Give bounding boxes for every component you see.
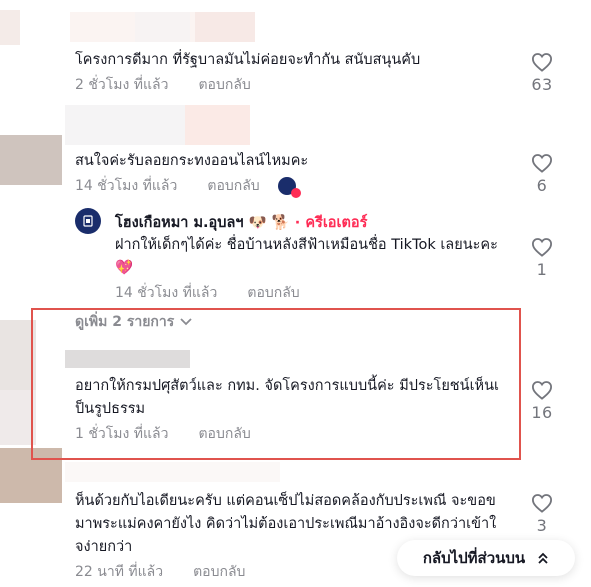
logo-icon <box>83 215 93 227</box>
like-button[interactable]: 3 <box>524 493 560 535</box>
blurred-avatar <box>0 10 20 45</box>
comment-author[interactable]: โฮงเกือหมา ม.อุบลฯ <box>115 215 243 231</box>
heart-badge-icon <box>290 188 301 198</box>
comment-time: 2 ชั่วโมง ที่แล้ว <box>75 77 169 93</box>
creator-liked-avatar <box>277 177 301 198</box>
blurred-username <box>185 105 250 145</box>
heart-icon <box>531 381 553 400</box>
like-count: 63 <box>531 75 553 94</box>
comment-time: 14 ชั่วโมง ที่แล้ว <box>75 178 178 194</box>
back-to-top-label: กลับไปที่ส่วนบน <box>422 549 526 567</box>
like-button[interactable]: 6 <box>524 153 560 195</box>
like-count: 6 <box>536 176 548 195</box>
comment-text: อยากให้กรมปศุสัตว์และ กทม. จัดโครงการแบบ… <box>75 378 499 394</box>
reply-button[interactable]: ตอบกลับ <box>198 74 250 96</box>
comment-meta: 14 ชั่วโมง ที่แล้ว ตอบกลับ <box>75 175 308 198</box>
comment-text: สนใจค่ะรับลอยกระทงออนไลน์ไหมคะ <box>75 153 309 169</box>
author-emojis: 🐶 🐕 <box>248 215 290 231</box>
comment-2: สนใจค่ะรับลอยกระทงออนไลน์ไหมคะ 14 ชั่วโม… <box>75 150 309 198</box>
like-button[interactable]: 63 <box>524 52 560 94</box>
comment-text: 💖 <box>115 260 134 276</box>
comment-meta: 1 ชั่วโมง ที่แล้ว ตอบกลับ <box>75 423 499 445</box>
double-chevron-up-icon <box>538 552 548 564</box>
like-count: 1 <box>536 260 548 279</box>
comment-text: ห็นด้วยกับไอเดียนะครับ แต่คอนเซ็ปไม่สอดค… <box>75 493 496 509</box>
comment-text: ป็นรูปธรรม <box>75 401 146 417</box>
like-count: 16 <box>531 403 553 422</box>
heart-icon <box>531 238 553 257</box>
blurred-username <box>135 12 190 42</box>
comment-text: มาพระแม่คงคายังไง คิดว่าไม่ต้องเอาประเพณ… <box>75 516 497 532</box>
comment-time: 1 ชั่วโมง ที่แล้ว <box>75 426 169 442</box>
comment-time: 22 นาที ที่แล้ว <box>75 564 164 580</box>
comment-text: โครงการดีมาก ที่รัฐบาลมันไม่ค่อยจะทำกัน … <box>75 52 421 68</box>
back-to-top-button[interactable]: กลับไปที่ส่วนบน <box>397 540 575 576</box>
blurred-username <box>195 12 255 42</box>
blurred-username <box>65 462 280 482</box>
like-button[interactable]: 16 <box>524 380 560 422</box>
heart-icon <box>531 154 553 173</box>
creator-avatar[interactable] <box>75 208 101 234</box>
comment-1: โครงการดีมาก ที่รัฐบาลมันไม่ค่อยจะทำกัน … <box>75 49 420 96</box>
comment-4: อยากให้กรมปศุสัตว์และ กทม. จัดโครงการแบบ… <box>75 375 499 445</box>
reply-button[interactable]: ตอบกลับ <box>247 282 299 304</box>
heart-icon <box>531 53 553 72</box>
creator-name-line: โฮงเกือหมา ม.อุบลฯ 🐶 🐕 · ครีเอเตอร์ <box>115 211 367 234</box>
heart-icon <box>531 494 553 513</box>
comment-text: ฝากให้เด็กๆได้ค่ะ ชื่อบ้านหลังสีฟ้าเหมือ… <box>115 237 498 253</box>
reply-button[interactable]: ตอบกลับ <box>207 175 259 197</box>
comment-meta: 14 ชั่วโมง ที่แล้ว ตอบกลับ <box>115 282 498 304</box>
comment-meta: 2 ชั่วโมง ที่แล้ว ตอบกลับ <box>75 74 420 96</box>
reply-button[interactable]: ตอบกลับ <box>198 423 250 445</box>
blurred-avatar <box>0 135 62 185</box>
creator-reply: ฝากให้เด็กๆได้ค่ะ ชื่อบ้านหลังสีฟ้าเหมือ… <box>115 234 498 304</box>
creator-badge: · ครีเอเตอร์ <box>294 215 368 231</box>
like-count: 3 <box>536 516 548 535</box>
reply-button[interactable]: ตอบกลับ <box>193 561 245 583</box>
like-button[interactable]: 1 <box>524 237 560 279</box>
comment-time: 14 ชั่วโมง ที่แล้ว <box>115 285 218 301</box>
